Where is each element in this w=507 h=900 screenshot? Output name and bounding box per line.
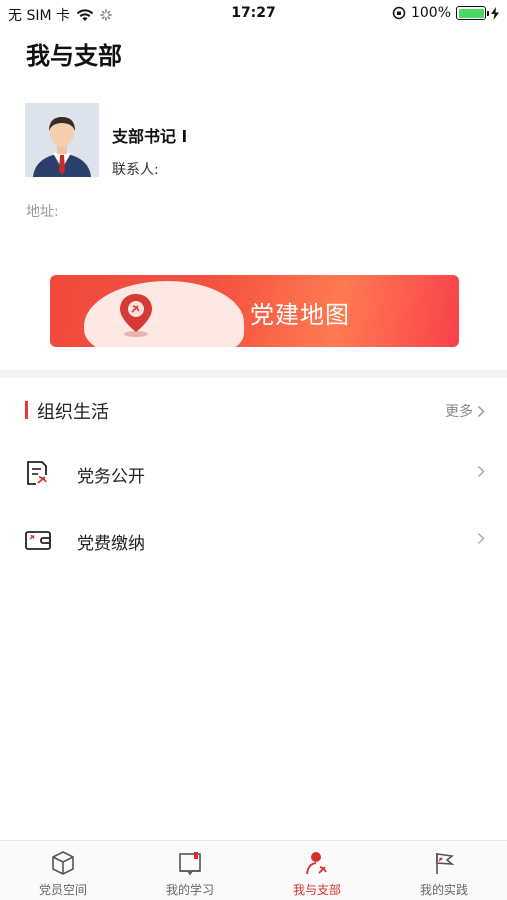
tab-label: 我与支部 (292, 883, 341, 897)
cube-icon (52, 851, 74, 875)
tab-me-and-branch[interactable]: 我与支部 (254, 841, 380, 900)
chevron-right-icon (477, 465, 485, 478)
wallet-icon (25, 531, 51, 550)
chevron-right-icon (477, 405, 485, 417)
more-label: 更多 (445, 404, 473, 420)
banner-label: 党建地图 (250, 301, 350, 329)
status-right: 100% (392, 5, 499, 21)
battery-icon (456, 6, 489, 20)
contact-label: 联系人: (112, 162, 159, 178)
document-party-icon (27, 461, 48, 485)
section-title: 组织生活 (37, 402, 109, 423)
tab-member-space[interactable]: 党员空间 (0, 841, 126, 900)
list-item-party-affairs[interactable]: 党务公开 (0, 443, 507, 503)
banner-decoration (84, 281, 244, 347)
section-divider (0, 370, 507, 378)
section-accent-bar (25, 401, 28, 419)
charging-icon (491, 6, 499, 20)
battery-fill (458, 8, 484, 18)
party-map-banner[interactable]: 党建地图 (50, 275, 459, 347)
tab-my-study[interactable]: 我的学习 (127, 841, 253, 900)
page-title: 我与支部 (26, 42, 122, 70)
bottom-tab-bar: 党员空间 我的学习 我与支部 我的实践 (0, 840, 507, 900)
person-party-icon (306, 852, 327, 875)
person-avatar-icon (25, 103, 99, 177)
list-item-label: 党费缴纳 (77, 534, 145, 554)
flag-icon (436, 853, 455, 874)
tab-label: 党员空间 (38, 883, 87, 897)
branch-profile: 支部书记 l 联系人: (25, 103, 485, 183)
secretary-name: 支部书记 l (112, 127, 188, 146)
org-life-header: 组织生活 更多 (0, 390, 507, 430)
more-link[interactable]: 更多 (445, 401, 485, 421)
avatar (25, 103, 99, 177)
book-icon (179, 852, 201, 876)
list-item-dues-payment[interactable]: 党费缴纳 (0, 510, 507, 570)
chevron-right-icon (477, 532, 485, 545)
tab-label: 我的学习 (165, 883, 214, 897)
battery-percent: 100% (410, 5, 451, 21)
orientation-lock-icon (392, 6, 406, 20)
list-item-label: 党务公开 (77, 467, 145, 487)
address-label: 地址: (26, 204, 59, 220)
status-bar: 无 SIM 卡 17:27 100% (0, 0, 507, 28)
map-pin-icon (120, 294, 152, 337)
tab-label: 我的实践 (419, 883, 468, 897)
tab-my-practice[interactable]: 我的实践 (381, 841, 507, 900)
